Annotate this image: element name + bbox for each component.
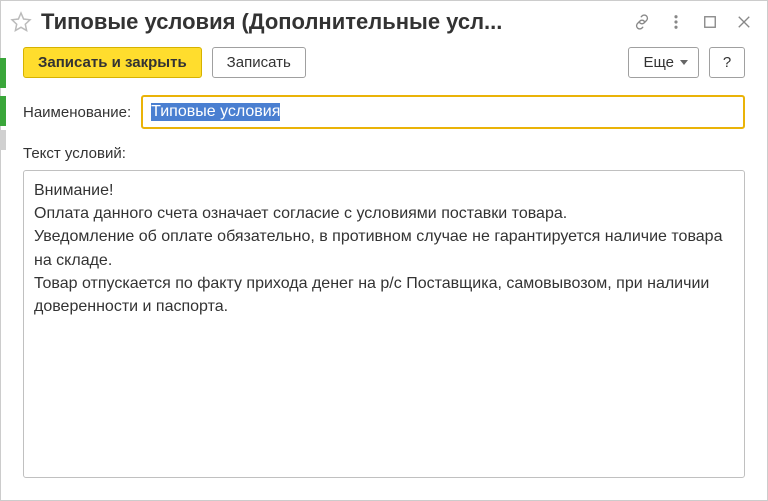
help-button[interactable]: ? [709, 47, 745, 78]
maximize-icon[interactable] [699, 11, 721, 33]
name-input[interactable] [145, 99, 741, 125]
save-and-close-button[interactable]: Записать и закрыть [23, 47, 202, 78]
terms-textarea[interactable] [23, 170, 745, 478]
name-field-wrap [141, 95, 745, 129]
titlebar: Типовые условия (Дополнительные усл... [1, 1, 767, 43]
titlebar-actions [631, 11, 755, 33]
favorite-star-icon[interactable] [9, 10, 33, 34]
dialog-window: Типовые условия (Дополнительные усл... З… [0, 0, 768, 501]
kebab-menu-icon[interactable] [665, 11, 687, 33]
toolbar: Записать и закрыть Записать Еще ? [1, 43, 767, 91]
chevron-down-icon [680, 60, 688, 65]
terms-label: Текст условий: [23, 145, 745, 162]
close-icon[interactable] [733, 11, 755, 33]
window-title: Типовые условия (Дополнительные усл... [41, 9, 623, 35]
more-button-label: Еще [643, 55, 674, 70]
name-label: Наименование: [23, 104, 131, 121]
save-button[interactable]: Записать [212, 47, 306, 78]
link-icon[interactable] [631, 11, 653, 33]
name-row: Наименование: [23, 95, 745, 129]
more-button[interactable]: Еще [628, 47, 699, 78]
form-content: Наименование: Текст условий: [1, 91, 767, 500]
